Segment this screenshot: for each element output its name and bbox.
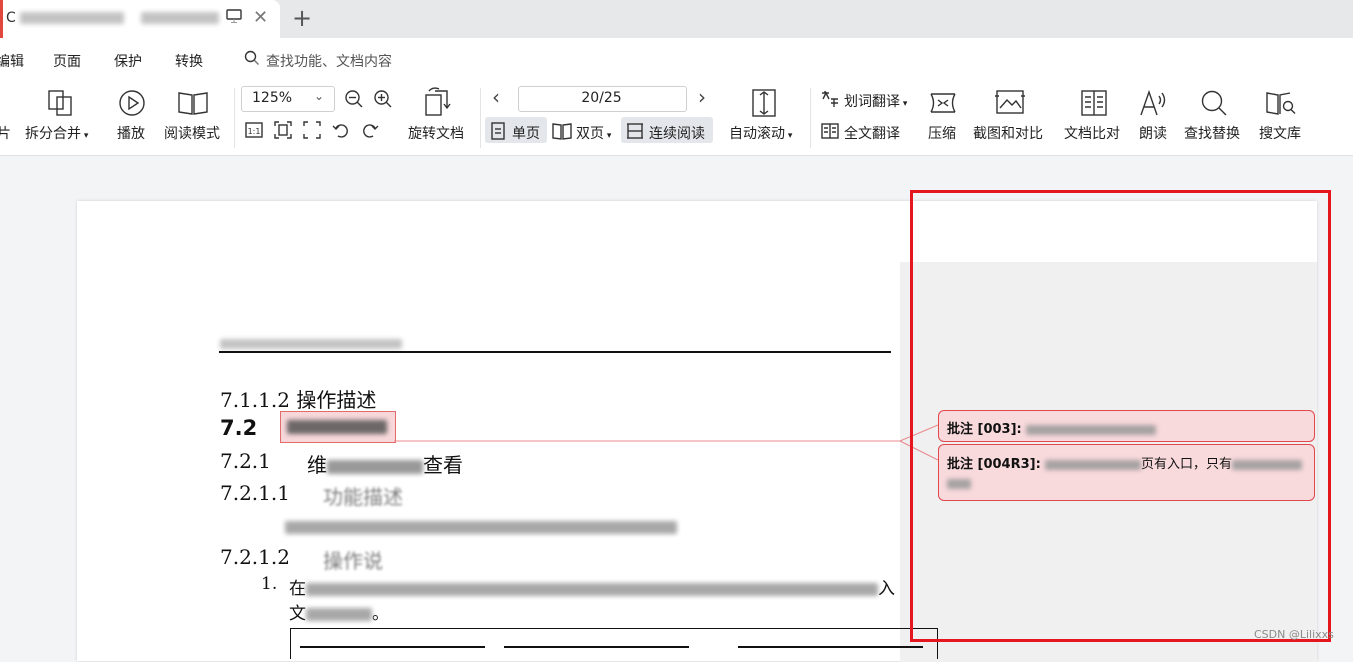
- watermark: CSDN @Lilixxs: [1254, 628, 1334, 641]
- highlight-frame: [910, 190, 1331, 642]
